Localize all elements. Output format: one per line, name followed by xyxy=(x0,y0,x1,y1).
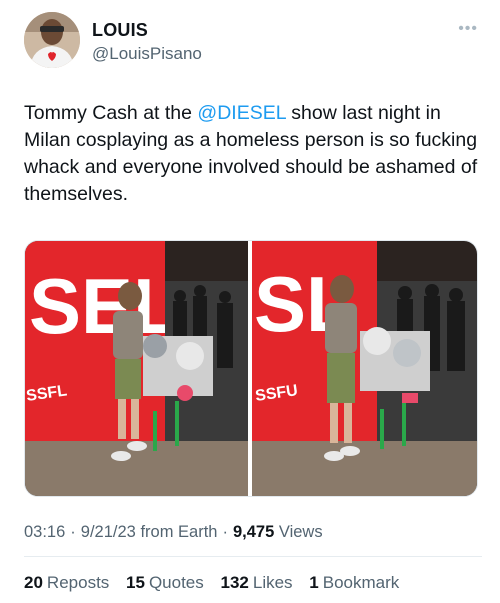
avatar[interactable] xyxy=(24,12,80,68)
views-label: Views xyxy=(278,523,323,541)
profile-photo-icon xyxy=(24,12,80,68)
runway-photo-icon: SEL SSFL xyxy=(25,241,248,496)
author-display-name[interactable]: LOUIS xyxy=(92,20,148,41)
reposts-count: 20 xyxy=(24,573,43,592)
runway-photo-icon: SL SSFU xyxy=(252,241,477,496)
media-grid: SEL SSFL SL SSFU xyxy=(24,240,478,497)
photo-right[interactable]: SL SSFU xyxy=(252,241,477,496)
separator: · xyxy=(70,523,76,541)
quotes-stat[interactable]: 15 Quotes xyxy=(126,573,204,592)
mention-link[interactable]: @DIESEL xyxy=(197,102,285,124)
engagement-stats: 20 Reposts 15 Quotes 132 Likes 1 Bookmark xyxy=(24,573,411,593)
divider xyxy=(24,556,482,557)
views-count: 9,475 xyxy=(232,523,275,541)
tweet-card: LOUIS @LouisPisano ••• Tommy Cash at the… xyxy=(0,0,500,603)
ellipsis-icon[interactable]: ••• xyxy=(458,20,478,38)
quotes-count: 15 xyxy=(126,573,145,592)
bookmarks-stat[interactable]: 1 Bookmark xyxy=(309,573,399,592)
separator: · xyxy=(222,523,228,541)
tweet-time[interactable]: 03:16 xyxy=(24,523,65,541)
likes-stat[interactable]: 132 Likes xyxy=(221,573,293,592)
author-handle[interactable]: @LouisPisano xyxy=(92,44,202,64)
quotes-label: Quotes xyxy=(148,573,204,592)
photo-left[interactable]: SEL SSFL xyxy=(25,241,248,496)
likes-label: Likes xyxy=(252,573,293,592)
bookmarks-count: 1 xyxy=(309,573,319,592)
tweet-text-part: Tommy Cash at the xyxy=(24,102,198,124)
likes-count: 132 xyxy=(220,573,249,592)
reposts-label: Reposts xyxy=(46,573,110,592)
bookmarks-label: Bookmark xyxy=(322,573,400,592)
tweet-meta: 03:16 · 9/21/23 from Earth · 9,475 Views xyxy=(24,523,323,542)
tweet-source: from Earth xyxy=(140,523,218,541)
tweet-date[interactable]: 9/21/23 xyxy=(81,523,136,541)
reposts-stat[interactable]: 20 Reposts xyxy=(24,573,109,592)
tweet-text: Tommy Cash at the @DIESEL show last nigh… xyxy=(24,100,484,208)
